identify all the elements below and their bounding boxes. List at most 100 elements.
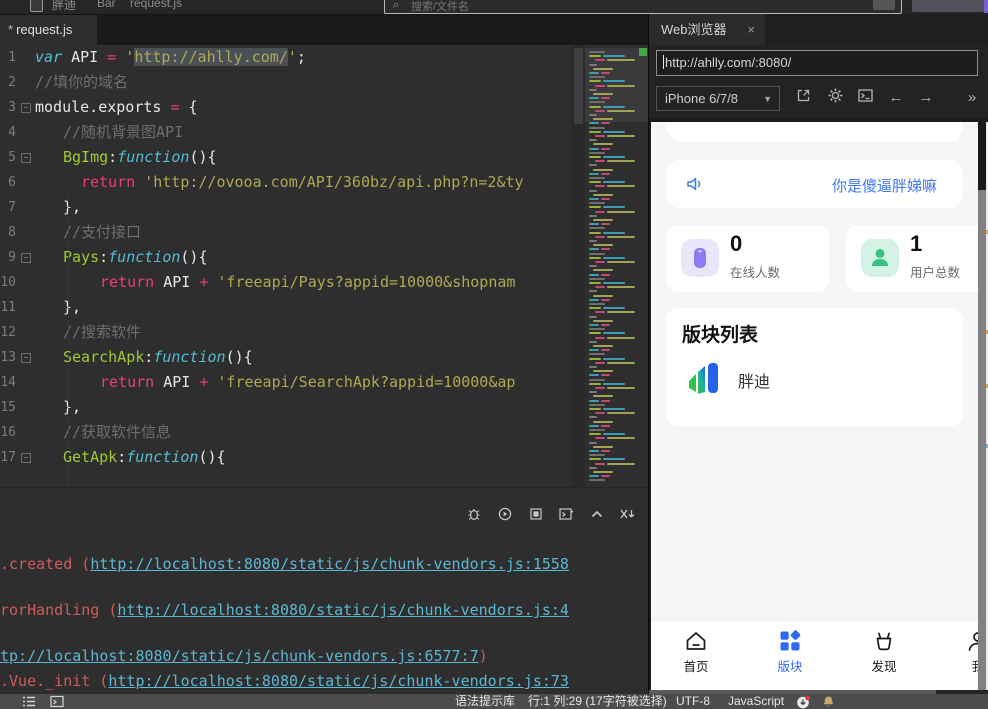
code-line[interactable]: 9−Pays:function(){ [0, 245, 572, 270]
bottom-nav: 首页版块 发现我 [651, 622, 978, 690]
preview-horizontal-scrollbar[interactable] [649, 690, 988, 694]
more-icon[interactable]: » [961, 87, 983, 109]
notice-banner[interactable]: 你是傻逼胖娣嘛 [666, 160, 963, 208]
device-select[interactable]: iPhone 6/7/8 ▼ [656, 86, 780, 111]
fold-marker-icon[interactable]: − [21, 103, 31, 113]
code-line[interactable]: 15}, [0, 395, 572, 420]
browser-preview-viewport: 你是傻逼胖娣嘛 0在线人数 1用户总数 版块列表 [649, 118, 988, 694]
code-line[interactable]: 16//获取软件信息 [0, 420, 572, 445]
code-line[interactable]: 3−module.exports = { [0, 95, 572, 120]
collapse-panel-icon[interactable] [589, 506, 607, 524]
discover-icon [852, 628, 916, 654]
breadcrumb-folder[interactable]: Bar [97, 0, 116, 10]
fold-marker-icon[interactable]: − [21, 153, 31, 163]
code-editor[interactable]: 1var API = 'http://ahlly.com/';2//填你的域名3… [0, 45, 572, 487]
console-toolbar [0, 506, 648, 528]
stat-card[interactable]: 0在线人数 [666, 225, 829, 292]
close-icon[interactable]: × [747, 14, 755, 45]
code-line[interactable]: 8//支付接口 [0, 220, 572, 245]
breadcrumb-project[interactable]: 胖迪 [52, 0, 76, 13]
code-line[interactable]: 5−BgImg:function(){ [0, 145, 572, 170]
terminal-icon[interactable] [857, 87, 879, 109]
outline-list-icon[interactable] [22, 695, 36, 708]
url-text: http://ahlly.com/:8080/ [665, 55, 791, 70]
preview-page: 你是傻逼胖娣嘛 0在线人数 1用户总数 版块列表 [651, 122, 978, 690]
forward-icon[interactable]: → [915, 87, 937, 109]
gear-icon[interactable] [827, 87, 849, 109]
line-number: 12 [0, 320, 16, 345]
code-line[interactable]: 12 //搜索软件 [0, 320, 572, 345]
browser-tab-label: Web浏览器 [661, 22, 727, 37]
stop-icon[interactable] [528, 506, 546, 524]
code-line[interactable]: 17−GetApk:function(){ [0, 445, 572, 470]
code-line[interactable]: 1var API = 'http://ahlly.com/'; [0, 45, 572, 70]
search-icon: ⌕ [393, 0, 399, 12]
nav-item-home[interactable]: 首页 [664, 628, 728, 675]
clear-console-icon[interactable] [618, 506, 636, 524]
code-text: var API = 'http://ahlly.com/'; [35, 45, 306, 70]
back-icon[interactable]: ← [885, 87, 907, 109]
debug-bug-icon[interactable] [466, 506, 484, 524]
code-text: //搜索软件 [63, 320, 141, 345]
nav-item-discover[interactable]: 发现 [852, 628, 916, 675]
code-line[interactable]: 4//随机背景图API [0, 120, 572, 145]
language-status[interactable]: JavaScript [728, 694, 784, 709]
tab-web-browser[interactable]: Web浏览器 × [649, 14, 765, 45]
search-placeholder: 搜索/文件名 [411, 0, 469, 14]
line-number: 16 [0, 420, 16, 445]
board-list-title: 版块列表 [682, 320, 758, 347]
line-number: 8 [0, 220, 16, 245]
nav-label: 版块 [758, 656, 822, 675]
caret-position-status[interactable]: 行:1 列:29 (17字符被选择) [528, 694, 667, 709]
stack-trace-link[interactable]: http://localhost:8080/static/js/chunk-ve… [117, 601, 569, 619]
browser-toolbar: http://ahlly.com/:8080/ iPhone 6/7/8 ▼ ←… [649, 45, 988, 118]
line-number: 6 [0, 170, 16, 195]
code-text: module.exports = { [35, 95, 198, 120]
toolbar-action-button[interactable] [912, 0, 984, 12]
nav-item-blocks[interactable]: 版块 [758, 628, 822, 675]
status-bar: 语法提示库 行:1 列:29 (17字符被选择) UTF-8 JavaScrip… [0, 694, 988, 709]
fold-marker-icon[interactable]: − [21, 353, 31, 363]
line-number: 14 [0, 370, 16, 395]
restart-icon[interactable] [497, 506, 515, 524]
code-line[interactable]: 14return API + 'freeapi/SearchApk?appid=… [0, 370, 572, 395]
device-label: iPhone 6/7/8 [665, 91, 738, 106]
code-line[interactable]: 2//填你的域名 [0, 70, 572, 95]
board-name[interactable]: 胖迪 [738, 368, 770, 392]
fold-marker-icon[interactable]: − [21, 453, 31, 463]
tab-request-js[interactable]: *request.js [0, 15, 97, 45]
console-toggle-icon[interactable] [50, 695, 64, 708]
web-browser-panel: Web浏览器 × http://ahlly.com/:8080/ iPhone … [648, 14, 988, 694]
code-line[interactable]: 7}, [0, 195, 572, 220]
h-scrollbar-thumb[interactable] [649, 690, 936, 694]
url-input[interactable]: http://ahlly.com/:8080/ [656, 50, 978, 76]
global-search-input[interactable]: ⌕ 搜索/文件名 [384, 0, 902, 14]
encoding-status[interactable]: UTF-8 [676, 694, 710, 709]
syntax-hint-status[interactable]: 语法提示库 [455, 694, 515, 709]
fold-marker-icon[interactable]: − [21, 253, 31, 263]
code-line[interactable]: 13−SearchApk:function(){ [0, 345, 572, 370]
nav-item-profile[interactable]: 我 [946, 628, 978, 675]
editor-scrollbar-thumb[interactable] [574, 48, 583, 124]
update-download-icon[interactable] [796, 695, 811, 709]
search-pill-partial[interactable] [666, 122, 963, 142]
text-caret [663, 55, 664, 69]
code-line[interactable]: 11}, [0, 295, 572, 320]
open-in-browser-icon[interactable] [795, 87, 817, 109]
breadcrumb-file[interactable]: request.js [130, 0, 182, 10]
terminal-panel-icon[interactable] [558, 506, 576, 524]
search-options-button[interactable] [873, 0, 895, 10]
minimap[interactable] [585, 45, 648, 487]
stat-card[interactable]: 1用户总数 [846, 225, 978, 292]
line-number: 15 [0, 395, 16, 420]
code-line[interactable]: 10return API + 'freeapi/Pays?appid=10000… [0, 270, 572, 295]
code-line[interactable]: 6return 'http://ovooa.com/API/360bz/api.… [0, 170, 572, 195]
stack-trace-link[interactable]: http://localhost:8080/static/js/chunk-ve… [108, 672, 569, 690]
board-logo[interactable] [682, 356, 726, 400]
stack-trace-link[interactable]: http://localhost:8080/static/js/chunk-ve… [90, 555, 569, 573]
code-text: Pays:function(){ [63, 245, 208, 270]
stack-trace-link[interactable]: tp://localhost:8080/static/js/chunk-vend… [0, 647, 479, 665]
bell-icon[interactable] [822, 695, 835, 709]
preview-vertical-scrollbar[interactable] [978, 190, 986, 690]
indent-guide [68, 195, 69, 487]
